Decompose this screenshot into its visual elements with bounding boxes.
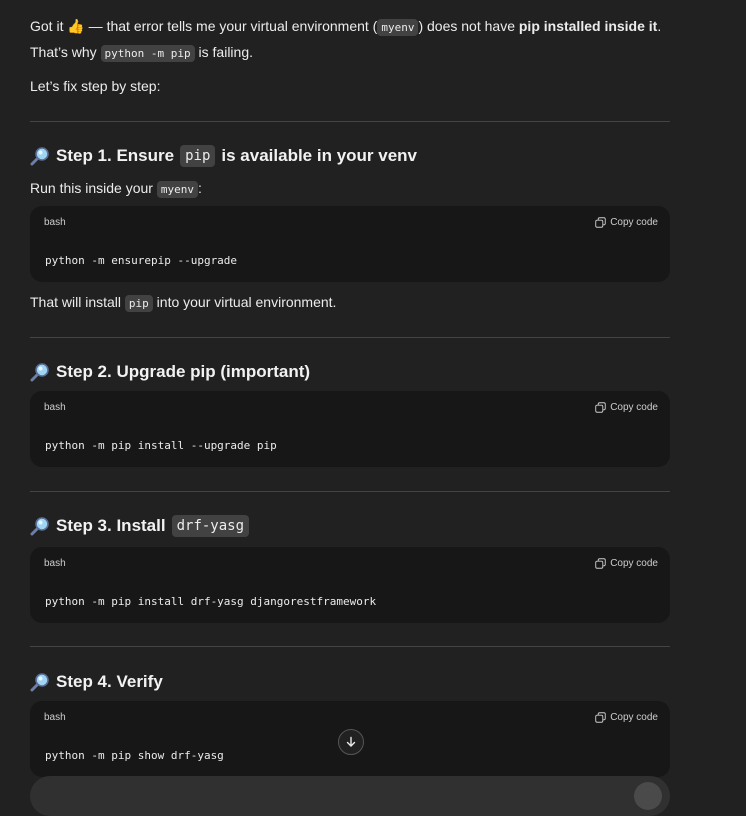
heading-text: Step 1. Ensure — [56, 146, 175, 165]
inline-code: myenv — [377, 19, 419, 36]
lets-fix-text: Let’s fix step by step: — [30, 78, 161, 94]
inline-code: drf-yasg — [171, 515, 250, 537]
heading-text: Step 3. Install — [56, 516, 166, 535]
code-content[interactable]: python -m pip install drf-yasg djangores… — [45, 595, 376, 608]
copy-code-label: Copy code — [610, 557, 658, 569]
divider — [30, 491, 670, 492]
heading-text: Step 4. Verify — [56, 672, 163, 691]
composer-input[interactable] — [30, 776, 670, 816]
code-content[interactable]: python -m pip install --upgrade pip — [45, 439, 277, 452]
copy-icon — [595, 558, 606, 569]
instruction-text: : — [197, 180, 202, 196]
inline-code: pip — [124, 295, 153, 312]
code-content[interactable]: python -m ensurepip --upgrade — [45, 254, 237, 267]
heading-text: Step 2. Upgrade pip (important) — [56, 362, 311, 381]
intro-paragraph: Got it 👍 — that error tells me your virt… — [30, 14, 670, 66]
magnifier-icon — [30, 516, 50, 536]
instruction-text: Run this inside your — [30, 180, 157, 196]
intro-text: Got it — [30, 18, 68, 34]
note-text: That will install — [30, 294, 125, 310]
code-language-label: bash — [44, 711, 66, 723]
code-block: bash Copy code python -m pip install drf… — [30, 547, 670, 623]
divider — [30, 646, 670, 647]
code-content[interactable]: python -m pip show drf-yasg — [45, 749, 224, 762]
heading-text: is available in your venv — [221, 146, 417, 165]
copy-code-button[interactable]: Copy code — [595, 558, 658, 569]
step-1-heading: Step 1. Ensure pip is available in your … — [30, 145, 417, 167]
step-3-heading: Step 3. Install drf-yasg — [30, 515, 250, 537]
copy-code-button[interactable]: Copy code — [595, 712, 658, 723]
code-block-header: bash Copy code — [44, 556, 658, 570]
code-block-header: bash Copy code — [44, 710, 658, 724]
step-4-heading: Step 4. Verify — [30, 672, 163, 692]
step-1-instruction: Run this inside your myenv: — [30, 176, 202, 202]
magnifier-icon — [30, 362, 50, 382]
divider — [30, 121, 670, 122]
intro-text: is failing. — [194, 44, 253, 60]
copy-code-label: Copy code — [610, 216, 658, 228]
code-block-header: bash Copy code — [44, 215, 658, 229]
inline-code: pip — [180, 145, 216, 167]
copy-code-button[interactable]: Copy code — [595, 402, 658, 413]
magnifier-icon — [30, 146, 50, 166]
inline-code: myenv — [156, 181, 198, 198]
thumbs-up-icon: 👍 — [67, 18, 85, 34]
code-language-label: bash — [44, 216, 66, 228]
inline-code: python -m pip — [100, 45, 195, 62]
step-1-note: That will install pip into your virtual … — [30, 290, 336, 316]
code-language-label: bash — [44, 557, 66, 569]
intro-text: — that error tells me your virtual envir… — [84, 18, 378, 34]
code-language-label: bash — [44, 401, 66, 413]
intro-text: ) does not have — [418, 18, 519, 34]
step-2-heading: Step 2. Upgrade pip (important) — [30, 362, 310, 382]
note-text: into your virtual environment. — [152, 294, 337, 310]
divider — [30, 337, 670, 338]
code-block-header: bash Copy code — [44, 400, 658, 414]
copy-icon — [595, 402, 606, 413]
intro-bold-text: pip installed inside it — [518, 18, 658, 34]
scroll-to-bottom-button[interactable] — [338, 729, 364, 755]
copy-icon — [595, 712, 606, 723]
arrow-down-icon — [346, 736, 356, 747]
copy-code-button[interactable]: Copy code — [595, 217, 658, 228]
copy-icon — [595, 217, 606, 228]
composer-action-button[interactable] — [634, 782, 662, 810]
copy-code-label: Copy code — [610, 711, 658, 723]
copy-code-label: Copy code — [610, 401, 658, 413]
code-block: bash Copy code python -m pip install --u… — [30, 391, 670, 467]
magnifier-icon — [30, 672, 50, 692]
code-block: bash Copy code python -m ensurepip --upg… — [30, 206, 670, 282]
